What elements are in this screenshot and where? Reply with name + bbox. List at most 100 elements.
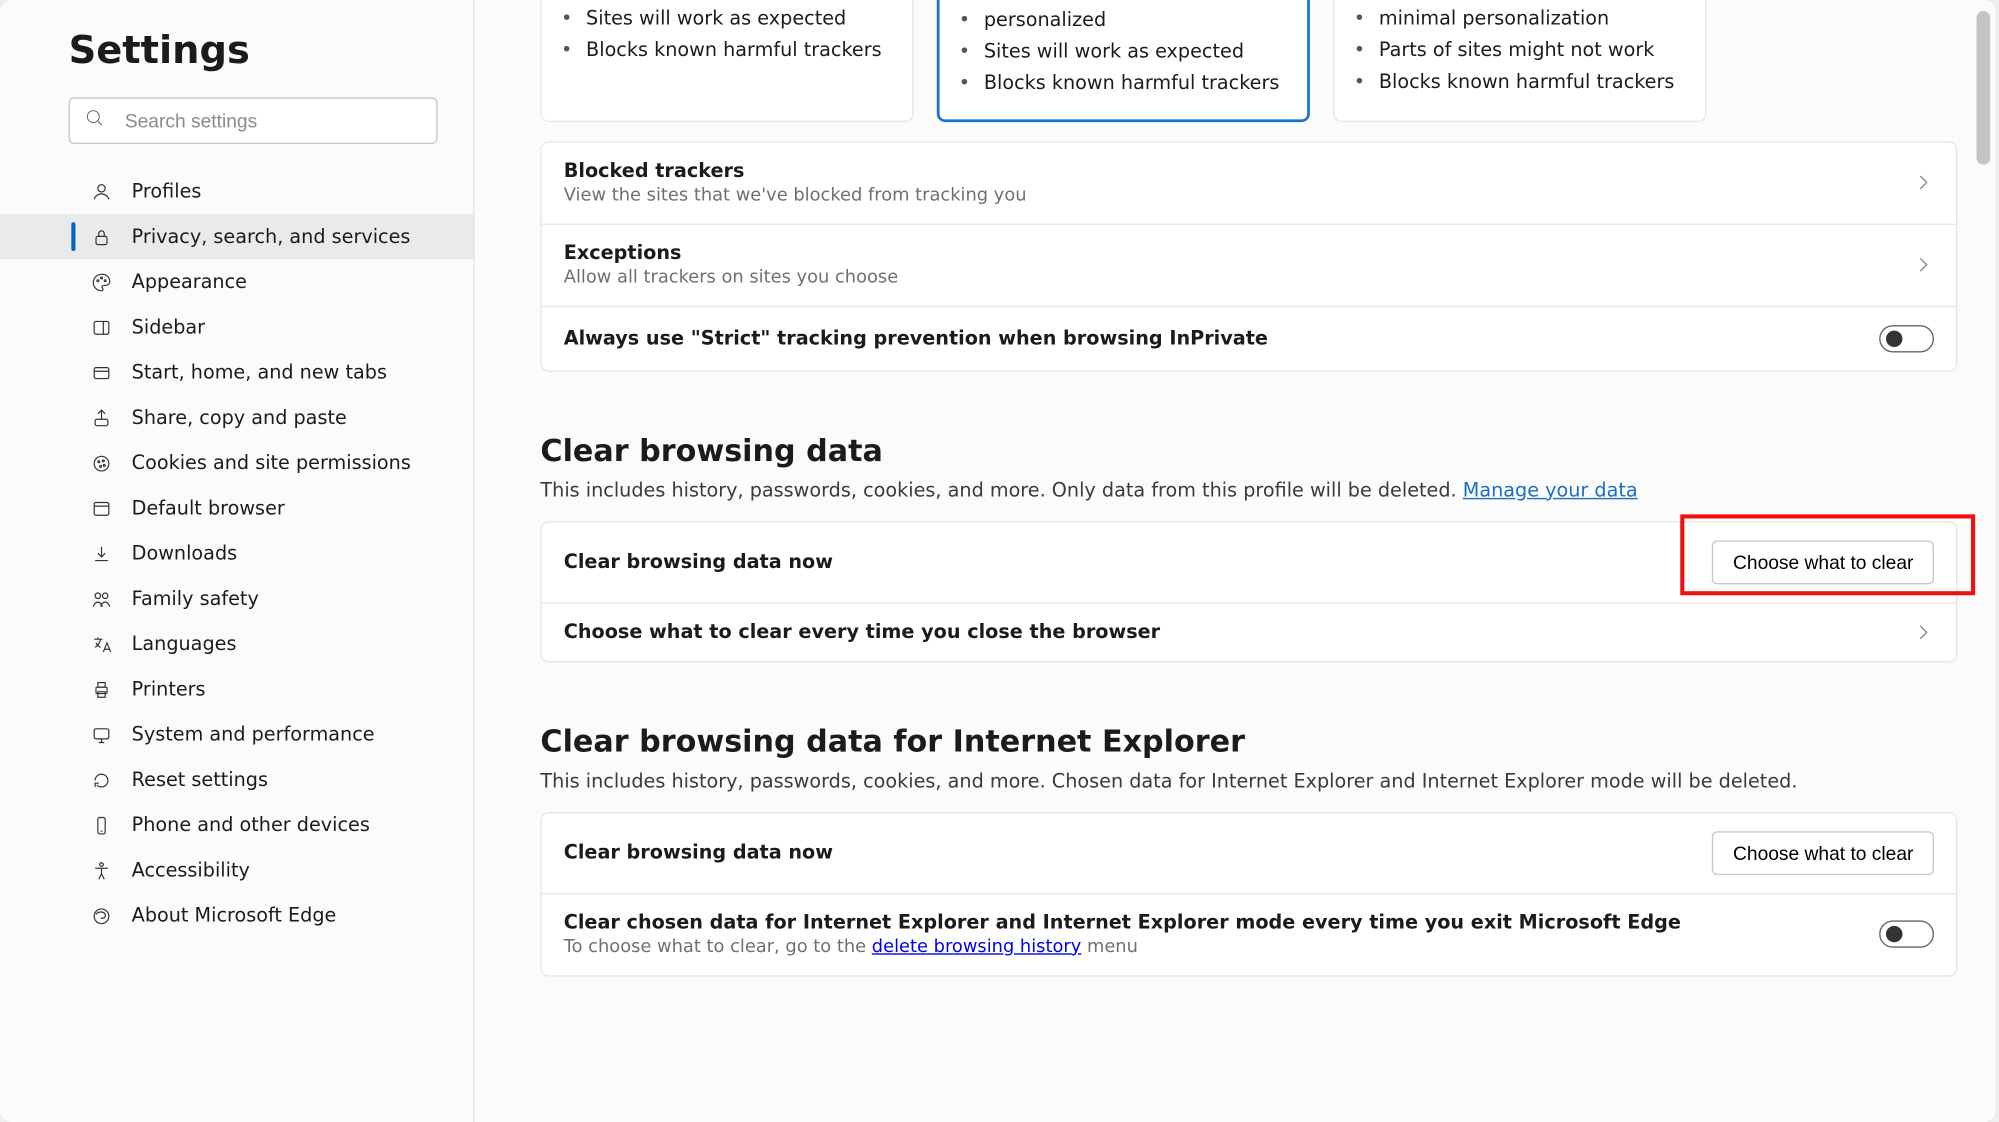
sidebar-item-default-browser[interactable]: Default browser (0, 486, 473, 531)
edge-icon (91, 905, 113, 927)
row-subtitle: To choose what to clear, go to the delet… (564, 936, 1681, 957)
tracking-links-card: Blocked trackers View the sites that we'… (540, 141, 1957, 371)
clear-ie-heading: Clear browsing data for Internet Explore… (540, 725, 1957, 759)
download-icon (91, 542, 113, 564)
sidebar-item-system[interactable]: System and performance (0, 712, 473, 757)
sidebar-item-label: Default browser (132, 497, 285, 519)
blocked-trackers-row[interactable]: Blocked trackers View the sites that we'… (542, 142, 1956, 223)
browser-icon (91, 497, 113, 519)
row-title: Clear browsing data now (564, 842, 833, 864)
sub-text: menu (1081, 936, 1138, 957)
language-icon (91, 633, 113, 655)
sidebar: Settings Profiles Privacy, search, and s… (0, 0, 475, 1122)
strict-inprivate-row: Always use "Strict" tracking prevention … (542, 305, 1956, 369)
clear-now-row: Clear browsing data now Choose what to c… (542, 522, 1956, 602)
sidebar-item-privacy[interactable]: Privacy, search, and services (0, 214, 473, 259)
accessibility-icon (91, 859, 113, 881)
palette-icon (91, 271, 113, 293)
sidebar-item-label: Privacy, search, and services (132, 226, 411, 248)
printer-icon (91, 678, 113, 700)
clear-data-card: Clear browsing data now Choose what to c… (540, 521, 1957, 662)
search-input[interactable] (122, 108, 422, 133)
page-title: Settings (69, 27, 438, 72)
reset-icon (91, 769, 113, 791)
sidebar-item-label: Start, home, and new tabs (132, 361, 387, 383)
sidebar-item-label: Reset settings (132, 769, 268, 791)
clear-desc-text: This includes history, passwords, cookie… (540, 480, 1462, 502)
sidebar-item-printers[interactable]: Printers (0, 667, 473, 712)
search-box[interactable] (69, 97, 438, 144)
sidebar-item-label: Phone and other devices (132, 814, 370, 836)
clear-ie-chosen-row: Clear chosen data for Internet Explorer … (542, 892, 1956, 974)
sidebar-item-label: System and performance (132, 724, 375, 746)
choose-what-to-clear-ie-button[interactable]: Choose what to clear (1712, 831, 1934, 875)
card-bullet: personalized (984, 8, 1106, 34)
sidebar-item-start[interactable]: Start, home, and new tabs (0, 350, 473, 395)
row-title: Blocked trackers (564, 160, 1027, 182)
search-icon (84, 107, 106, 134)
tab-icon (91, 361, 113, 383)
sidebar-item-profiles[interactable]: Profiles (0, 169, 473, 214)
row-subtitle: Allow all trackers on sites you choose (564, 267, 898, 288)
clear-ie-now-row: Clear browsing data now Choose what to c… (542, 813, 1956, 893)
sidebar-item-label: Downloads (132, 542, 237, 564)
manage-your-data-link[interactable]: Manage your data (1463, 480, 1638, 502)
sidebar-item-label: Cookies and site permissions (132, 452, 411, 474)
sidebar-item-accessibility[interactable]: Accessibility (0, 848, 473, 893)
card-bullet: minimal personalization (1379, 7, 1609, 33)
card-bullet: Sites will work as expected (984, 40, 1244, 66)
sidebar-item-label: Share, copy and paste (132, 407, 347, 429)
card-bullet: Sites will work as expected (586, 7, 846, 33)
sidebar-item-share[interactable]: Share, copy and paste (0, 395, 473, 440)
sidebar-item-label: Printers (132, 678, 206, 700)
strict-inprivate-toggle[interactable] (1879, 325, 1934, 352)
clear-ie-chosen-toggle[interactable] (1879, 921, 1934, 948)
tracking-card-basic[interactable]: Sites will work as expected Blocks known… (540, 0, 913, 122)
main-content: Sites will work as expected Blocks known… (475, 0, 1996, 1122)
sidebar-nav: Profiles Privacy, search, and services A… (0, 169, 473, 938)
delete-browsing-history-link[interactable]: delete browsing history (872, 936, 1081, 957)
profile-icon (91, 180, 113, 202)
sidebar-item-cookies[interactable]: Cookies and site permissions (0, 440, 473, 485)
tracking-card-balanced[interactable]: personalized Sites will work as expected… (937, 0, 1310, 122)
panel-icon (91, 316, 113, 338)
chevron-right-icon (1912, 621, 1934, 643)
sidebar-item-sidebar[interactable]: Sidebar (0, 305, 473, 350)
sidebar-item-languages[interactable]: Languages (0, 621, 473, 666)
lock-icon (91, 226, 113, 248)
clear-heading: Clear browsing data (540, 434, 1957, 468)
sidebar-item-reset[interactable]: Reset settings (0, 757, 473, 802)
row-subtitle: View the sites that we've blocked from t… (564, 185, 1027, 206)
sidebar-item-label: Profiles (132, 180, 202, 202)
card-bullet: Blocks known harmful trackers (984, 71, 1280, 97)
sidebar-item-label: About Microsoft Edge (132, 905, 337, 927)
row-title: Exceptions (564, 242, 898, 264)
sidebar-item-label: Appearance (132, 271, 247, 293)
sidebar-item-about[interactable]: About Microsoft Edge (0, 893, 473, 938)
sidebar-item-phone[interactable]: Phone and other devices (0, 802, 473, 847)
cookie-icon (91, 452, 113, 474)
exceptions-row[interactable]: Exceptions Allow all trackers on sites y… (542, 223, 1956, 305)
card-bullet: Blocks known harmful trackers (1379, 70, 1675, 96)
system-icon (91, 724, 113, 746)
clear-ie-description: This includes history, passwords, cookie… (540, 770, 1957, 792)
row-title: Clear browsing data now (564, 551, 833, 573)
clear-description: This includes history, passwords, cookie… (540, 480, 1957, 502)
sidebar-item-label: Accessibility (132, 859, 250, 881)
chevron-right-icon (1912, 254, 1934, 276)
row-title: Choose what to clear every time you clos… (564, 621, 1160, 643)
phone-icon (91, 814, 113, 836)
row-title: Always use "Strict" tracking prevention … (564, 327, 1268, 349)
family-icon (91, 588, 113, 610)
choose-what-to-clear-button[interactable]: Choose what to clear (1712, 540, 1934, 584)
clear-ie-card: Clear browsing data now Choose what to c… (540, 812, 1957, 977)
sub-text: To choose what to clear, go to the (564, 936, 872, 957)
sidebar-item-appearance[interactable]: Appearance (0, 259, 473, 304)
card-bullet: Parts of sites might not work (1379, 38, 1654, 64)
sidebar-item-label: Sidebar (132, 316, 205, 338)
sidebar-item-family[interactable]: Family safety (0, 576, 473, 621)
share-icon (91, 407, 113, 429)
clear-everytime-row[interactable]: Choose what to clear every time you clos… (542, 602, 1956, 661)
sidebar-item-downloads[interactable]: Downloads (0, 531, 473, 576)
tracking-card-strict[interactable]: minimal personalization Parts of sites m… (1333, 0, 1706, 122)
